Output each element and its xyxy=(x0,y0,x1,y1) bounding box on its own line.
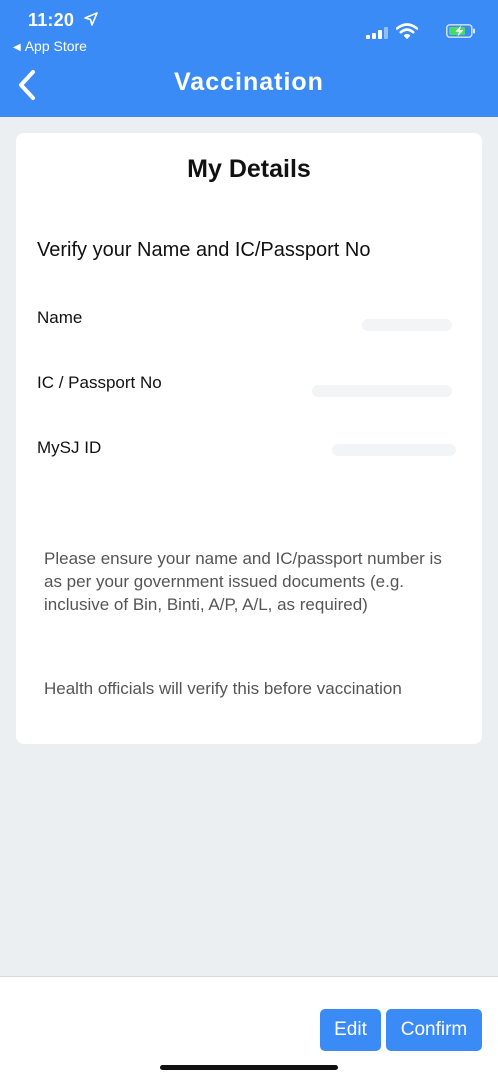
name-label: Name xyxy=(37,308,83,327)
app-header: 11:20 ◀ App Store Vaccination xyxy=(0,0,498,117)
back-app-label: App Store xyxy=(24,38,87,54)
ic-passport-label: IC / Passport No xyxy=(37,373,162,392)
name-value-redacted xyxy=(362,319,452,331)
name-accuracy-note: Please ensure your name and IC/passport … xyxy=(44,549,442,614)
verification-note: Health officials will verify this before… xyxy=(44,679,402,698)
home-indicator[interactable] xyxy=(160,1065,338,1070)
signal-icon xyxy=(366,27,388,39)
my-details-card: My Details Verify your Name and IC/Passp… xyxy=(16,133,482,744)
battery-charging-icon xyxy=(446,24,475,38)
mysj-id-value-redacted xyxy=(332,444,456,456)
card-title: My Details xyxy=(187,155,311,183)
back-triangle-icon: ◀ xyxy=(13,42,21,53)
location-arrow-icon xyxy=(84,12,98,26)
back-to-app-store-link[interactable]: ◀ App Store xyxy=(13,38,87,54)
card-subtitle: Verify your Name and IC/Passport No xyxy=(37,239,371,261)
confirm-button[interactable]: Confirm xyxy=(386,1009,482,1051)
status-time: 11:20 xyxy=(28,10,75,30)
mysj-id-label: MySJ ID xyxy=(37,438,102,457)
ic-passport-value-redacted xyxy=(312,385,452,397)
bottom-action-bar: Edit Confirm xyxy=(0,976,498,1080)
wifi-icon xyxy=(396,23,418,39)
status-icons xyxy=(356,21,476,41)
edit-button[interactable]: Edit xyxy=(320,1009,381,1051)
page-title: Vaccination xyxy=(174,68,324,96)
